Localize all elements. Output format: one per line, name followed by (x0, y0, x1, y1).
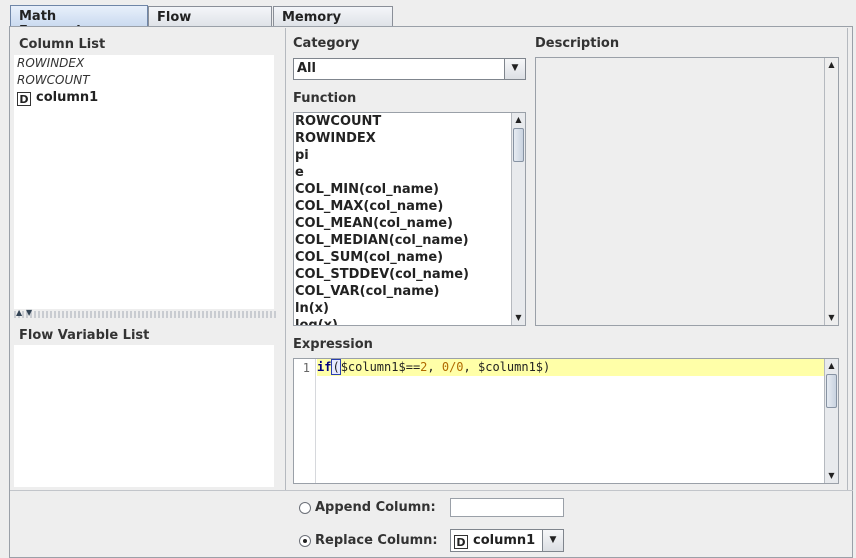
tab-flow-variables[interactable]: Flow Variables (148, 6, 272, 40)
function-item[interactable]: log(x) (295, 317, 510, 325)
expr-paren-open: ( (331, 359, 341, 375)
function-label: Function (293, 91, 357, 106)
append-column-input[interactable] (450, 498, 564, 517)
double-type-icon: D (454, 535, 468, 549)
function-item[interactable]: e (295, 164, 510, 181)
collapse-down-icon[interactable]: ▼ (26, 308, 32, 317)
description-label: Description (535, 36, 620, 51)
column-list-panel: Column List ROWINDEX ROWCOUNT Dcolumn1 (14, 31, 276, 309)
tab-memory-policy[interactable]: Memory Policy (273, 6, 393, 40)
line-number: 1 (302, 361, 310, 375)
replace-column-selection: Dcolumn1 (454, 533, 535, 549)
append-column-radio[interactable] (299, 502, 311, 514)
function-item[interactable]: ROWINDEX (295, 130, 510, 147)
scroll-down-icon[interactable]: ▼ (512, 311, 525, 325)
description-scrollbar[interactable]: ▲ ▼ (824, 58, 838, 325)
function-item[interactable]: COL_VAR(col_name) (295, 283, 510, 300)
chevron-down-icon[interactable]: ▼ (504, 59, 525, 79)
function-item[interactable]: COL_MEDIAN(col_name) (295, 232, 510, 249)
column-list-item-column1[interactable]: Dcolumn1 (17, 89, 98, 106)
expr-operator: == (405, 360, 421, 374)
collapse-up-icon[interactable]: ▲ (16, 308, 22, 317)
scroll-up-icon[interactable]: ▲ (825, 58, 838, 72)
expression-scrollbar[interactable]: ▲ ▼ (824, 359, 838, 483)
function-item[interactable]: ln(x) (295, 300, 510, 317)
column-list[interactable]: ROWINDEX ROWCOUNT Dcolumn1 (14, 55, 274, 309)
tab-math-expression[interactable]: Math Expression (10, 5, 148, 39)
replace-column-label[interactable]: Replace Column: (315, 533, 438, 548)
function-item[interactable]: COL_MAX(col_name) (295, 198, 510, 215)
column-list-item-rowindex[interactable]: ROWINDEX (17, 55, 84, 72)
scroll-down-icon[interactable]: ▼ (825, 311, 838, 325)
function-item[interactable]: COL_MEAN(col_name) (295, 215, 510, 232)
scroll-up-icon[interactable]: ▲ (825, 359, 838, 373)
right-border (847, 28, 848, 490)
replace-column-radio[interactable] (299, 535, 311, 547)
expr-column-ref: $column1$ (478, 360, 544, 374)
expr-keyword: if (317, 360, 332, 374)
scroll-up-icon[interactable]: ▲ (512, 113, 525, 127)
column-list-title: Column List (19, 37, 106, 52)
split-pane-divider[interactable]: ▲ ▼ (14, 308, 276, 318)
function-item[interactable]: COL_STDDEV(col_name) (295, 266, 510, 283)
scroll-down-icon[interactable]: ▼ (825, 469, 838, 483)
flow-variable-list-title: Flow Variable List (19, 328, 150, 343)
scroll-thumb[interactable] (513, 128, 524, 162)
expression-label: Expression (293, 337, 373, 352)
function-scrollbar[interactable]: ▲ ▼ (511, 113, 525, 325)
double-type-icon: D (17, 92, 31, 106)
scroll-thumb[interactable] (826, 374, 837, 408)
append-column-label[interactable]: Append Column: (315, 500, 436, 515)
flow-variable-list[interactable] (14, 345, 274, 487)
replace-column-value: column1 (473, 533, 536, 548)
expression-text[interactable]: if($column1$==2, 0/0, $column1$) (317, 359, 551, 375)
expr-division: 0/0 (441, 360, 464, 374)
description-area[interactable]: ▲ ▼ (535, 57, 839, 326)
tab-bar: Math Expression Flow Variables Memory Po… (0, 0, 856, 40)
panel-separator (285, 28, 286, 490)
replace-column-combo[interactable]: Dcolumn1 ▼ (450, 529, 564, 552)
function-items: ROWCOUNT ROWINDEX pi e COL_MIN(col_name) COL_… (295, 113, 510, 325)
expression-editor[interactable]: 1 if($column1$==2, 0/0, $column1$) ▲ ▼ (293, 358, 839, 484)
function-item[interactable]: COL_MIN(col_name) (295, 181, 510, 198)
function-list[interactable]: ROWCOUNT ROWINDEX pi e COL_MIN(col_name) COL_… (293, 112, 526, 326)
flow-variable-list-panel: Flow Variable List (14, 321, 276, 489)
chevron-down-icon[interactable]: ▼ (542, 530, 563, 551)
bottom-separator (10, 490, 853, 491)
category-value: All (297, 61, 316, 76)
column-list-item-rowcount[interactable]: ROWCOUNT (17, 72, 90, 89)
function-item[interactable]: pi (295, 147, 510, 164)
expr-separator: , (427, 360, 442, 374)
expr-column-ref: $column1$ (340, 360, 406, 374)
expr-paren-close: ) (543, 360, 551, 374)
function-item[interactable]: COL_SUM(col_name) (295, 249, 510, 266)
function-item[interactable]: ROWCOUNT (295, 113, 510, 130)
category-label: Category (293, 36, 360, 51)
line-number-gutter: 1 (294, 359, 316, 483)
expr-separator: , (463, 360, 478, 374)
category-combo[interactable]: All ▼ (293, 58, 526, 80)
column-list-item-label: column1 (36, 90, 99, 105)
